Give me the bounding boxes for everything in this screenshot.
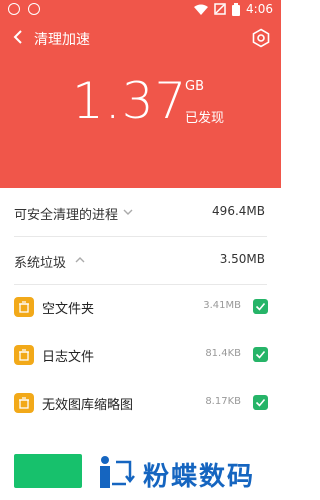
junk-size-value: 1.37: [72, 72, 188, 130]
junk-item[interactable]: 无效图库缩略图 8.17KB: [0, 380, 281, 428]
wifi-icon: [194, 4, 209, 15]
item-checkbox[interactable]: [253, 299, 268, 314]
section-label: 可安全清理的进程: [14, 208, 119, 223]
junk-item-name: 无效图库缩略图: [42, 398, 134, 413]
notification-icon: [8, 3, 20, 15]
junk-item[interactable]: 空文件夹 3.41MB: [0, 284, 281, 332]
section-system-junk[interactable]: 系统垃圾 3.50MB: [0, 236, 281, 284]
scan-result-header: 清理加速 1.37 GB 已发现: [0, 20, 281, 188]
watermark-text: 粉蝶数码: [143, 462, 256, 492]
item-checkbox[interactable]: [253, 395, 268, 410]
trash-icon: [14, 345, 34, 365]
item-checkbox[interactable]: [253, 347, 268, 362]
junk-item-size: 8.17KB: [205, 396, 241, 407]
watermark-logo-icon: [100, 456, 135, 488]
found-label: 已发现: [185, 111, 225, 126]
settings-gear-icon[interactable]: [251, 28, 271, 48]
junk-item-size: 81.4KB: [205, 348, 241, 359]
trash-icon: [14, 393, 34, 413]
section-size: 3.50MB: [219, 252, 265, 266]
clean-button[interactable]: [14, 454, 82, 488]
notification-icon: [28, 3, 40, 15]
section-size: 496.4MB: [212, 204, 265, 218]
bottom-bar: 粉蝶数码: [0, 440, 281, 500]
chevron-down-icon: [123, 209, 133, 215]
trash-icon: [14, 297, 34, 317]
junk-item-name: 日志文件: [42, 350, 95, 365]
page-title: 清理加速: [34, 32, 90, 48]
junk-size-unit: GB: [185, 79, 204, 94]
status-bar: 4:06: [0, 0, 281, 20]
junk-item[interactable]: 日志文件 81.4KB: [0, 332, 281, 380]
junk-item-name: 空文件夹: [42, 302, 95, 317]
signal-icon: [214, 3, 226, 15]
section-running-processes[interactable]: 可安全清理的进程 496.4MB: [0, 188, 281, 236]
section-label: 系统垃圾: [14, 256, 67, 271]
back-arrow-icon[interactable]: [10, 28, 28, 46]
battery-icon: [232, 2, 241, 16]
chevron-up-icon: [75, 257, 85, 263]
junk-item-size: 3.41MB: [203, 300, 241, 311]
status-time: 4:06: [246, 2, 273, 16]
